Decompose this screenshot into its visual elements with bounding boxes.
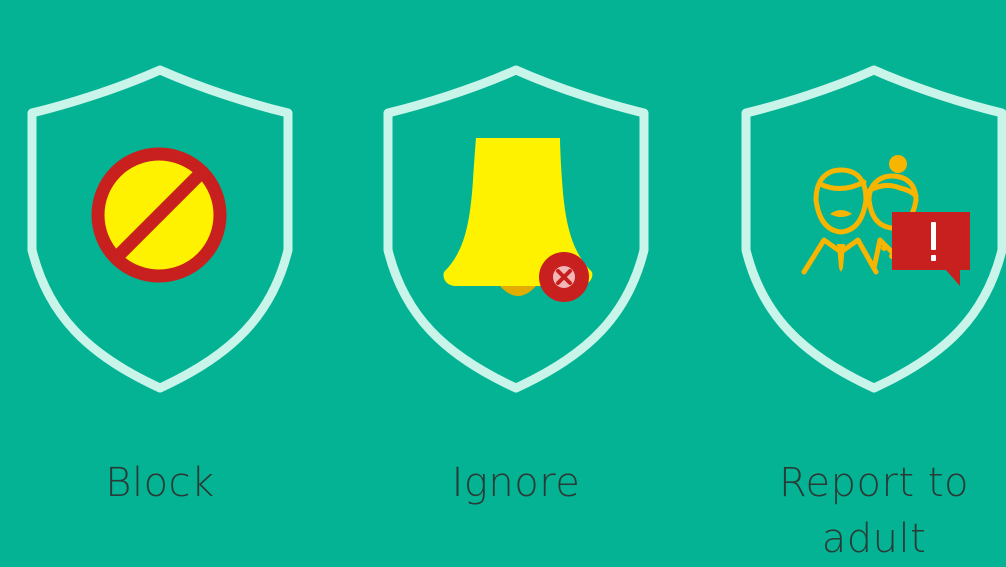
option-report-to-adult[interactable]: Report to adult	[724, 0, 1006, 562]
shield-outline	[741, 65, 1006, 393]
option-label-ignore: Ignore	[451, 460, 581, 506]
option-block[interactable]: Block	[10, 0, 310, 538]
option-label-block: Block	[105, 460, 215, 506]
report-adult-icon	[801, 155, 970, 286]
muted-bell-icon	[443, 138, 593, 302]
option-label-report-to-adult: Report to adult	[779, 460, 969, 562]
shield-outline	[383, 65, 649, 393]
block-icon	[91, 147, 227, 283]
option-ignore[interactable]: Ignore	[366, 0, 666, 538]
shield-outline	[27, 65, 293, 393]
